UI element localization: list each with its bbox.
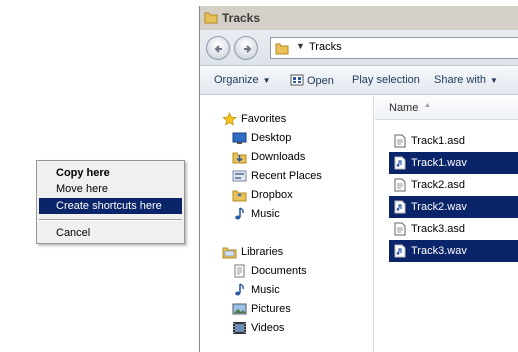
- explorer-window: Tracks ▼ Tracks Organize ▼ Open Play sel…: [199, 6, 518, 352]
- nav-favorites-label: Favorites: [241, 113, 287, 125]
- file-item[interactable]: Track3.asd: [389, 218, 518, 240]
- file-name: Track2.wav: [411, 201, 467, 213]
- nav-item-label: Recent Places: [251, 170, 322, 182]
- music-note-icon: [235, 283, 244, 296]
- address-row: ▼ Tracks: [200, 30, 518, 66]
- nav-item-label: Music: [251, 208, 280, 220]
- open-button[interactable]: Open: [290, 74, 334, 87]
- nav-item-label: Videos: [251, 322, 285, 334]
- file-name: Track3.asd: [411, 223, 466, 235]
- back-button[interactable]: [206, 36, 230, 60]
- menu-item-move-here[interactable]: Move here: [39, 181, 182, 197]
- file-item[interactable]: Track2.asd: [389, 174, 518, 196]
- file-name: Track2.asd: [411, 179, 466, 191]
- sort-ascending-icon: ▲: [424, 102, 431, 109]
- file-item[interactable]: Track1.asd: [389, 130, 518, 152]
- context-menu: Copy here Move here Create shortcuts her…: [36, 160, 185, 244]
- nav-item-label: Documents: [251, 265, 307, 277]
- nav-item-label: Music: [251, 284, 280, 296]
- address-bar[interactable]: ▼ Tracks: [270, 37, 518, 59]
- menu-item-copy-here[interactable]: Copy here: [39, 165, 182, 181]
- nav-item-label: Desktop: [251, 132, 292, 144]
- file-list: Name ▲ Track1.asd Track1.wav Track2.asd …: [375, 96, 518, 352]
- navigation-pane: Favorites Desktop Downloads Recent Place…: [200, 96, 374, 352]
- nav-libraries-label: Libraries: [241, 246, 284, 258]
- share-with-label: Share with: [434, 74, 486, 86]
- file-name: Track3.wav: [411, 245, 467, 257]
- organize-label: Organize: [214, 74, 259, 86]
- documents-icon: [234, 264, 245, 278]
- open-label: Open: [307, 75, 334, 87]
- play-selection-button[interactable]: Play selection: [352, 74, 420, 86]
- document-icon: [394, 222, 406, 236]
- menu-separator: [39, 219, 182, 221]
- audio-file-icon: [394, 200, 406, 214]
- forward-button[interactable]: [234, 36, 258, 60]
- title-bar: Tracks: [200, 6, 518, 30]
- column-header-name[interactable]: Name ▲: [375, 96, 518, 120]
- open-icon: [290, 74, 304, 86]
- nav-item-label: Dropbox: [251, 189, 293, 201]
- chevron-down-icon: ▼: [489, 76, 498, 85]
- back-arrow-icon: [214, 45, 222, 53]
- star-icon: [222, 112, 237, 126]
- window-title: Tracks: [222, 11, 261, 25]
- share-with-button[interactable]: Share with ▼: [434, 74, 498, 86]
- file-item[interactable]: Track2.wav: [389, 196, 518, 218]
- menu-item-create-shortcuts-here[interactable]: Create shortcuts here: [39, 198, 182, 214]
- column-header-label: Name: [389, 102, 419, 114]
- videos-icon: [233, 322, 246, 334]
- breadcrumb[interactable]: Tracks: [309, 41, 342, 53]
- audio-file-icon: [394, 244, 406, 258]
- file-item[interactable]: Track3.wav: [389, 240, 518, 262]
- desktop-icon: [232, 132, 247, 144]
- document-icon: [394, 134, 406, 148]
- command-bar: Organize ▼ Open Play selection Share with…: [200, 67, 518, 95]
- file-name: Track1.asd: [411, 135, 466, 147]
- nav-item-label: Pictures: [251, 303, 291, 315]
- audio-file-icon: [394, 156, 406, 170]
- dropbox-folder-icon: [232, 190, 247, 202]
- file-item[interactable]: Track1.wav: [389, 152, 518, 174]
- chevron-down-icon: ▼: [262, 76, 271, 85]
- document-icon: [394, 178, 406, 192]
- breadcrumb-arrow-icon[interactable]: ▼: [296, 41, 305, 51]
- folder-icon: [204, 12, 218, 24]
- folder-icon: [275, 43, 289, 55]
- downloads-folder-icon: [232, 152, 247, 164]
- file-name: Track1.wav: [411, 157, 467, 169]
- pictures-icon: [232, 303, 247, 315]
- menu-item-cancel[interactable]: Cancel: [39, 225, 182, 241]
- libraries-icon: [222, 247, 237, 259]
- nav-item-label: Downloads: [251, 151, 306, 163]
- music-note-icon: [235, 207, 244, 220]
- forward-arrow-icon: [244, 45, 252, 53]
- organize-button[interactable]: Organize ▼: [214, 74, 271, 86]
- recent-places-icon: [232, 170, 247, 182]
